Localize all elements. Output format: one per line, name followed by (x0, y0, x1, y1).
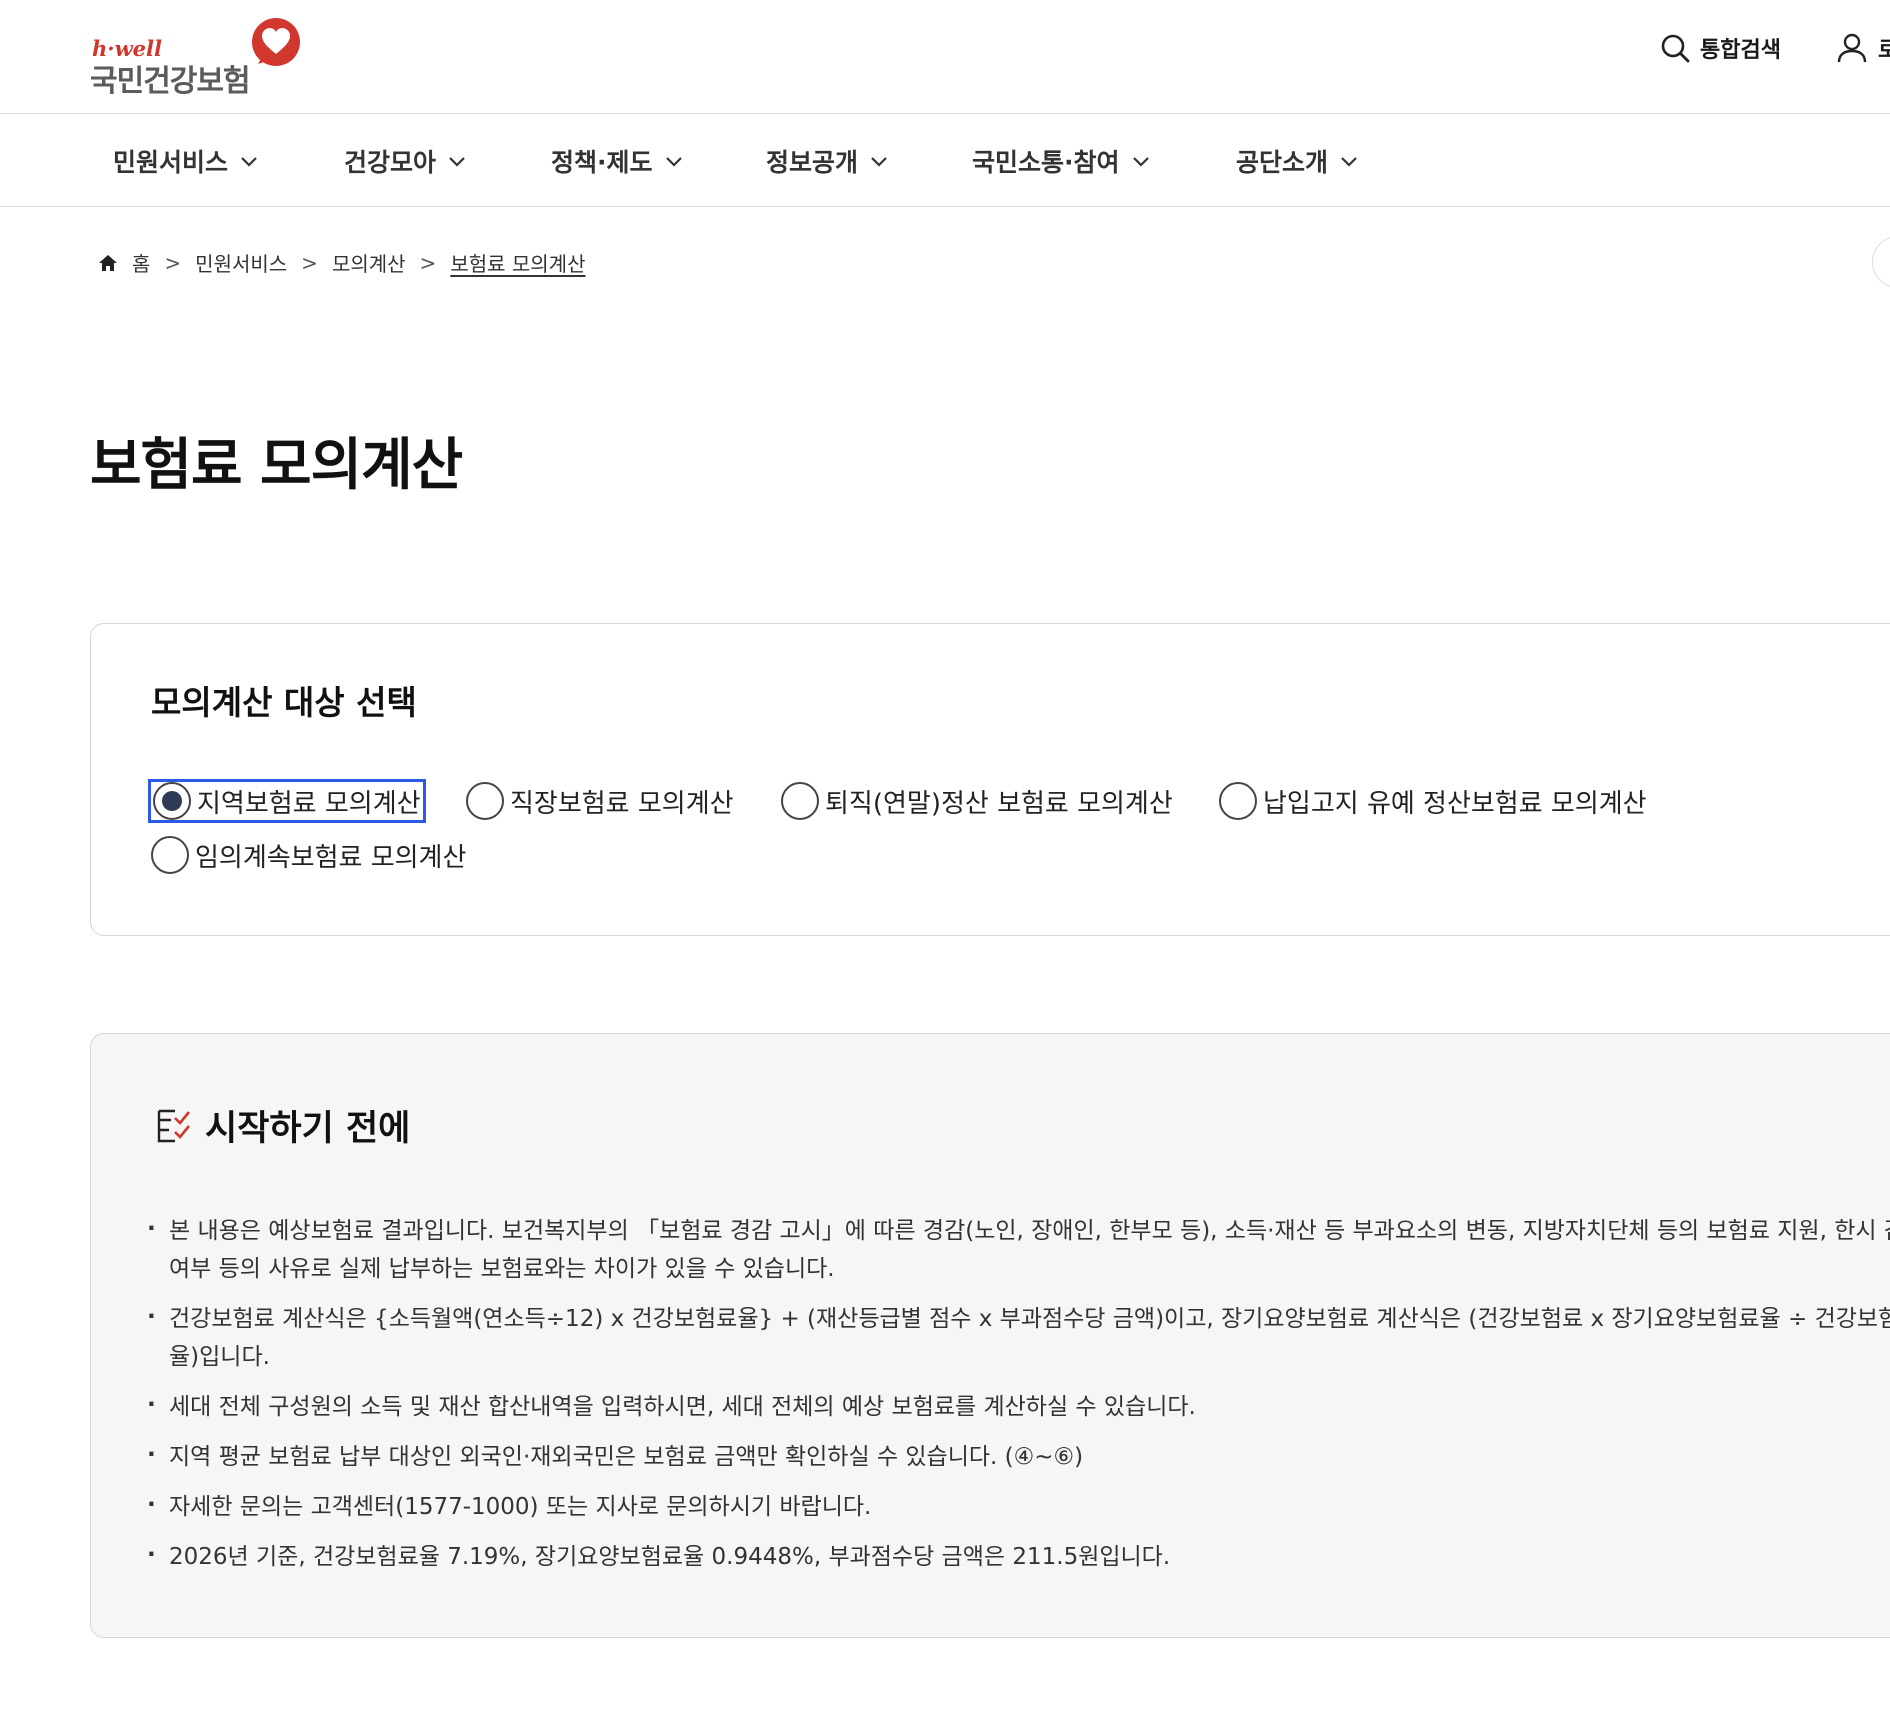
user-icon (1837, 33, 1867, 63)
radio-button[interactable] (1219, 782, 1257, 820)
breadcrumb-separator-icon: > (164, 250, 182, 275)
breadcrumb-level2[interactable]: 모의계산 (332, 248, 406, 277)
gnb-label: 민원서비스 (113, 148, 229, 177)
nhis-logo[interactable]: h·well 국민건강보험 (90, 16, 305, 99)
gnb-label: 공단소개 (1236, 148, 1329, 177)
gnb-item-policy[interactable]: 정책·제도 (551, 143, 683, 179)
breadcrumb: 홈 > 민원서비스 > 모의계산 > 보험료 모의계산 (98, 248, 585, 277)
radio-label: 임의계속보험료 모의계산 (195, 842, 467, 873)
radio-voluntary-continuation[interactable]: 임의계속보험료 모의계산 (151, 836, 466, 874)
notice-list: 본 내용은 예상보험료 결과입니다. 보건복지부의 「보험료 경감 고시」에 따… (147, 1210, 1890, 1588)
gnb-label: 국민소통·참여 (972, 148, 1120, 177)
radio-retirement-settlement[interactable]: 퇴직(연말)정산 보험료 모의계산 (781, 782, 1173, 820)
radio-deferred-settlement[interactable]: 납입고지 유예 정산보험료 모의계산 (1219, 782, 1647, 820)
radio-button[interactable] (153, 782, 191, 820)
gnb-item-communication[interactable]: 국민소통·참여 (972, 143, 1150, 179)
chevron-down-icon (241, 157, 257, 167)
radio-label: 퇴직(연말)정산 보험료 모의계산 (825, 788, 1173, 819)
home-icon[interactable] (98, 253, 118, 273)
gnb-item-about[interactable]: 공단소개 (1236, 143, 1358, 179)
breadcrumb-level1[interactable]: 민원서비스 (195, 248, 287, 277)
radio-label: 지역보험료 모의계산 (197, 788, 421, 819)
notice-item: 건강보험료 계산식은 {소득월액(연소득÷12) x 건강보험료율} + (재산… (147, 1298, 1890, 1376)
logo-name: 국민건강보험 (90, 64, 251, 99)
breadcrumb-separator-icon: > (419, 250, 437, 275)
breadcrumb-current[interactable]: 보험료 모의계산 (450, 248, 585, 277)
breadcrumb-separator-icon: > (301, 250, 318, 275)
notice-item: 지역 평균 보험료 납부 대상인 외국인·재외국민은 보험료 금액만 확인하실 … (147, 1436, 1890, 1476)
chevron-down-icon (449, 157, 465, 167)
page-title: 보험료 모의계산 (90, 433, 463, 498)
gnb-label: 건강모아 (344, 148, 437, 177)
chevron-down-icon (871, 157, 887, 167)
gnb-item-disclosure[interactable]: 정보공개 (766, 143, 888, 179)
login-button[interactable]: 로 (1836, 32, 1890, 64)
notice-item: 자세한 문의는 고객센터(1577-1000) 또는 지사로 문의하시기 바랍니… (147, 1486, 1890, 1526)
login-label: 로 (1878, 38, 1890, 63)
radio-workplace-insurance[interactable]: 직장보험료 모의계산 (466, 782, 734, 820)
notice-item: 2026년 기준, 건강보험료율 7.19%, 장기요양보험료율 0.9448%… (147, 1536, 1890, 1576)
integrated-search-button[interactable]: 통합검색 (1660, 32, 1781, 64)
radio-button[interactable] (781, 782, 819, 820)
gnb-label: 정책·제도 (551, 148, 653, 177)
radio-label: 직장보험료 모의계산 (510, 788, 734, 819)
chevron-down-icon (665, 157, 682, 167)
search-label: 통합검색 (1700, 38, 1781, 63)
radio-button[interactable] (466, 782, 504, 820)
breadcrumb-home[interactable]: 홈 (132, 248, 150, 277)
notice-item: 본 내용은 예상보험료 결과입니다. 보건복지부의 「보험료 경감 고시」에 따… (147, 1210, 1890, 1288)
site-header: h·well 국민건강보험 통합검색 로 (0, 0, 1890, 114)
main-navigation: 민원서비스 건강모아 정책·제도 정보공개 국민소통·참여 공단소개 (0, 115, 1890, 207)
before-start-notice: 시작하기 전에 본 내용은 예상보험료 결과입니다. 보건복지부의 「보험료 경… (90, 1033, 1890, 1638)
checklist-icon (157, 1109, 191, 1142)
search-icon (1661, 34, 1690, 63)
notice-heading: 시작하기 전에 (153, 1100, 410, 1151)
side-panel-toggle[interactable] (1872, 236, 1890, 288)
calculation-target-panel: 모의계산 대상 선택 지역보험료 모의계산 직장보험료 모의계산 퇴직(연말)정… (90, 623, 1890, 936)
radio-label: 납입고지 유예 정산보험료 모의계산 (1263, 788, 1647, 819)
chevron-down-icon (1132, 157, 1149, 167)
chevron-down-icon (1341, 157, 1357, 167)
radio-regional-insurance[interactable]: 지역보험료 모의계산 (148, 779, 426, 823)
gnb-item-civil-service[interactable]: 민원서비스 (113, 143, 258, 179)
notice-item: 세대 전체 구성원의 소득 및 재산 합산내역을 입력하시면, 세대 전체의 예… (147, 1386, 1890, 1426)
notice-title: 시작하기 전에 (205, 1109, 411, 1149)
radio-selected-dot (162, 791, 182, 811)
heart-logo-icon (252, 18, 300, 66)
calculation-target-title: 모의계산 대상 선택 (151, 683, 417, 722)
gnb-label: 정보공개 (766, 148, 859, 177)
radio-button[interactable] (151, 836, 189, 874)
gnb-item-health-moa[interactable]: 건강모아 (344, 143, 466, 179)
